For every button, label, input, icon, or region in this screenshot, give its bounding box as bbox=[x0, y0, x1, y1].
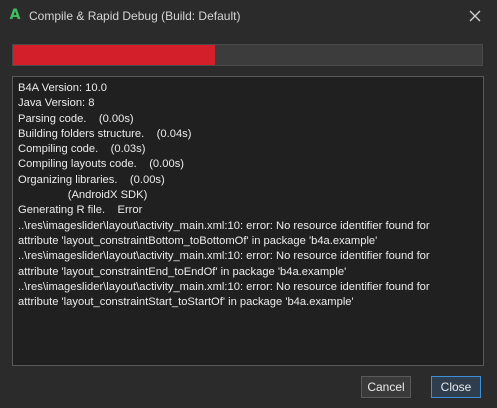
progress-bar-fill bbox=[13, 45, 215, 65]
compile-dialog: A Compile & Rapid Debug (Build: Default)… bbox=[0, 0, 497, 408]
log-line: Organizing libraries. (0.00s) bbox=[18, 173, 165, 186]
log-line: attribute 'layout_constraintEnd_toEndOf'… bbox=[18, 265, 347, 278]
log-line: attribute 'layout_constraintStart_toStar… bbox=[18, 296, 354, 309]
log-line: (AndroidX SDK) bbox=[18, 189, 148, 202]
compile-log[interactable]: B4A Version: 10.0 Java Version: 8 Parsing … bbox=[12, 76, 484, 366]
log-line: attribute 'layout_constraintBottom_toBot… bbox=[18, 234, 378, 247]
close-button[interactable]: Close bbox=[431, 376, 481, 398]
progress-bar bbox=[12, 44, 483, 66]
cancel-button[interactable]: Cancel bbox=[361, 376, 411, 398]
close-icon[interactable] bbox=[466, 7, 484, 25]
window-title: Compile & Rapid Debug (Build: Default) bbox=[29, 9, 241, 23]
title-bar: A Compile & Rapid Debug (Build: Default) bbox=[0, 0, 497, 32]
log-line: B4A Version: 10.0 bbox=[18, 82, 107, 94]
log-line: Java Version: 8 bbox=[18, 97, 95, 110]
log-line: ..\res\imageslider\layout\activity_main.… bbox=[18, 219, 430, 232]
log-line: ..\res\imageslider\layout\activity_main.… bbox=[18, 280, 430, 293]
log-line: Building folders structure. (0.04s) bbox=[18, 127, 192, 140]
log-line: ..\res\imageslider\layout\activity_main.… bbox=[18, 250, 430, 263]
b4a-logo-icon: A bbox=[9, 7, 21, 23]
log-line: Parsing code. (0.00s) bbox=[18, 112, 134, 125]
log-line: Compiling layouts code. (0.00s) bbox=[18, 158, 185, 171]
log-line: Compiling code. (0.03s) bbox=[18, 143, 146, 156]
log-line: Generating R file. Error bbox=[18, 204, 143, 217]
